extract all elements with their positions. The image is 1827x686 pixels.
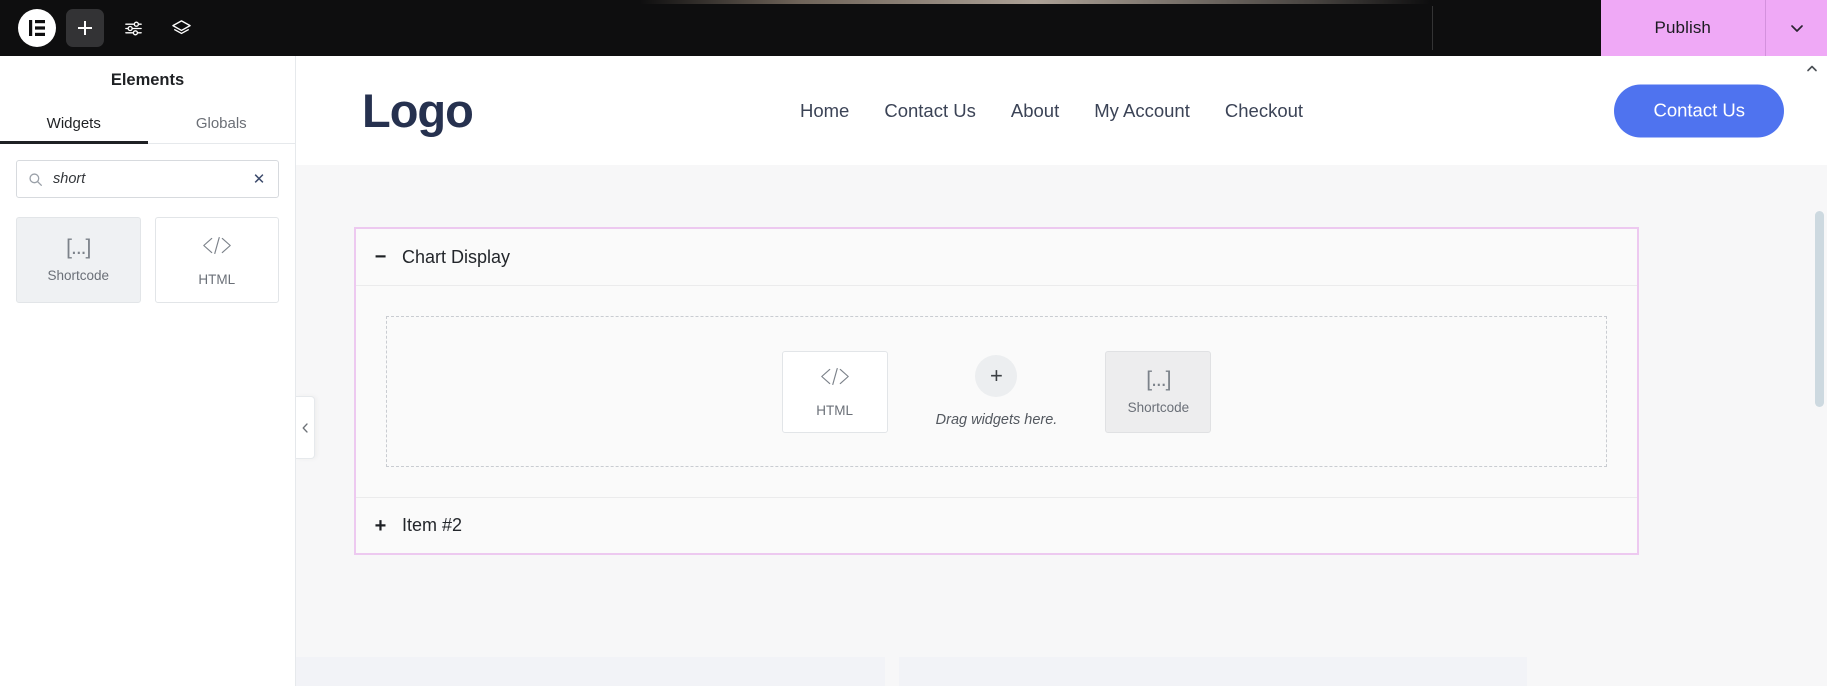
minus-icon: − [374, 246, 387, 268]
tab-globals[interactable]: Globals [148, 104, 296, 143]
topbar-left-tools [0, 9, 200, 47]
shortcode-icon: [...] [66, 236, 91, 259]
search-row: ✕ [0, 144, 295, 198]
site-body: − Chart Display HTML + Drag widgets here… [296, 165, 1827, 686]
contact-us-cta-button[interactable]: Contact Us [1614, 84, 1784, 137]
shortcode-icon: [...] [1146, 367, 1171, 391]
chevron-up-icon[interactable] [1804, 60, 1820, 76]
widget-label: Shortcode [47, 268, 110, 283]
panel-collapse-handle[interactable] [296, 396, 315, 459]
accordion-item-item-2[interactable]: + Item #2 [356, 497, 1637, 553]
placeholder-section [296, 657, 1827, 686]
topbar-divider [1432, 6, 1433, 50]
accordion-item-chart-display[interactable]: − Chart Display [356, 229, 1637, 285]
dropzone-widget-shortcode[interactable]: [...] Shortcode [1105, 350, 1212, 433]
tab-widgets[interactable]: Widgets [0, 104, 148, 144]
dropzone-hint: Drag widgets here. [935, 412, 1058, 428]
layers-icon[interactable] [162, 9, 200, 47]
page-title: Elements [110, 70, 185, 89]
widget-dropzone[interactable]: HTML + Drag widgets here. [...] Shortcod… [386, 316, 1607, 467]
editor-top-bar: Publish [0, 0, 1827, 56]
placeholder-gap [885, 657, 899, 686]
html-code-icon [202, 234, 232, 262]
publish-group: Publish [1600, 0, 1827, 56]
nav-item-contact-us[interactable]: Contact Us [884, 100, 976, 122]
search-box: ✕ [16, 160, 279, 198]
html-code-icon [820, 365, 850, 393]
widget-label: Shortcode [1127, 399, 1190, 415]
accordion-item-content: HTML + Drag widgets here. [...] Shortcod… [356, 285, 1637, 497]
dropzone-widget-html[interactable]: HTML [781, 350, 888, 433]
widget-results-grid: [...] Shortcode HTML [0, 198, 295, 303]
chevron-down-icon[interactable] [1765, 0, 1827, 56]
placeholder-block [899, 657, 1527, 686]
nav-item-checkout[interactable]: Checkout [1225, 100, 1303, 122]
plus-icon: + [374, 514, 387, 537]
nav-item-about[interactable]: About [1011, 100, 1059, 122]
placeholder-block [296, 657, 885, 686]
elements-panel: Elements Widgets Globals ✕ [...] Shortco [0, 56, 296, 686]
search-icon [28, 172, 43, 192]
add-element-button[interactable] [66, 9, 104, 47]
nav-item-my-account[interactable]: My Account [1094, 100, 1190, 122]
accordion-widget[interactable]: − Chart Display HTML + Drag widgets here… [354, 227, 1639, 555]
plus-icon[interactable]: + [975, 355, 1018, 397]
dropzone-add-area: + Drag widgets here. [935, 355, 1058, 428]
scrollbar-thumb[interactable] [1815, 211, 1824, 407]
site-header: Logo Home Contact Us About My Account Ch… [296, 56, 1827, 165]
widget-label: HTML [198, 271, 236, 287]
site-logo[interactable]: Logo [362, 87, 474, 134]
elementor-logo-icon[interactable] [18, 9, 56, 47]
site-settings-button[interactable] [114, 9, 152, 47]
panel-tabs: Widgets Globals [0, 104, 295, 144]
accordion-item-title: Chart Display [402, 246, 511, 267]
accordion-item-title: Item #2 [402, 515, 463, 535]
topbar-preview-sheen [640, 0, 1430, 4]
widget-card-html[interactable]: HTML [154, 217, 279, 303]
preview-canvas: Logo Home Contact Us About My Account Ch… [296, 56, 1827, 686]
widget-card-shortcode[interactable]: [...] Shortcode [16, 217, 141, 303]
nav-item-home[interactable]: Home [800, 100, 849, 122]
publish-button[interactable]: Publish [1600, 0, 1765, 56]
widget-label: HTML [816, 403, 854, 418]
close-icon[interactable]: ✕ [250, 170, 268, 188]
elementor-editor: Publish Elements Widgets Globals short ✕… [0, 0, 1827, 686]
site-nav: Home Contact Us About My Account Checkou… [800, 100, 1303, 122]
search-input[interactable] [17, 161, 278, 197]
